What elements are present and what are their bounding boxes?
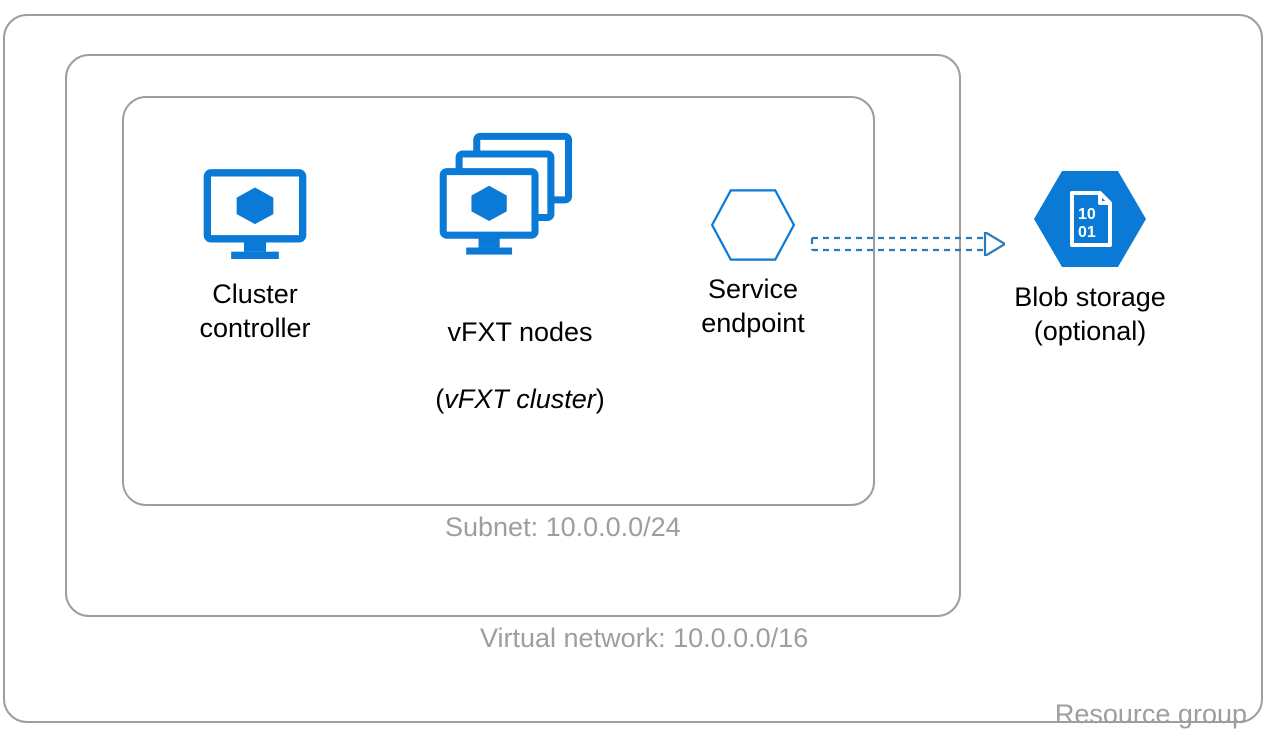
vfxt-nodes-label-line1: vFXT nodes <box>447 317 592 347</box>
vfxt-nodes-label-open: ( <box>435 384 444 414</box>
service-endpoint-label: Service endpoint <box>678 273 828 341</box>
virtual-network-caption: Virtual network: 10.0.0.0/16 <box>480 623 808 654</box>
vfxt-nodes-label-close: ) <box>596 384 605 414</box>
vfxt-nodes-label: vFXT nodes (vFXT cluster) <box>390 282 650 417</box>
resource-group-caption: Resource group <box>1055 699 1247 730</box>
service-endpoint-item: Service endpoint <box>678 185 828 341</box>
vm-monitor-stack-icon <box>390 124 650 274</box>
flow-arrow-icon <box>810 232 1005 256</box>
hexagon-icon <box>678 185 828 265</box>
diagram-canvas: Resource group Virtual network: 10.0.0.0… <box>0 0 1267 748</box>
svg-text:01: 01 <box>1078 224 1096 241</box>
blob-storage-icon: 10 01 <box>1000 165 1180 273</box>
svg-text:10: 10 <box>1078 206 1096 223</box>
subnet-caption: Subnet: 10.0.0.0/24 <box>445 512 681 543</box>
vm-monitor-icon <box>160 160 350 270</box>
vfxt-nodes-item: vFXT nodes (vFXT cluster) <box>390 124 650 417</box>
blob-storage-label: Blob storage (optional) <box>1000 281 1180 349</box>
blob-storage-item: 10 01 Blob storage (optional) <box>1000 165 1180 349</box>
vfxt-nodes-label-italic: vFXT cluster <box>444 384 596 414</box>
cluster-controller-item: Cluster controller <box>160 160 350 346</box>
cluster-controller-label: Cluster controller <box>160 278 350 346</box>
